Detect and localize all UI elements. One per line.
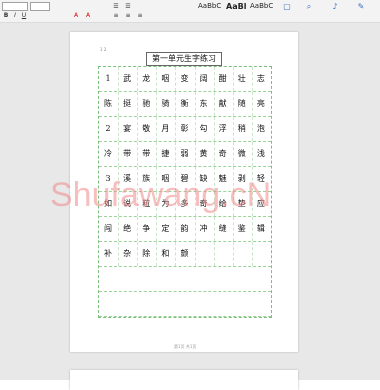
- dictate-icon[interactable]: ♪: [330, 2, 340, 11]
- grid-char[interactable]: 杂: [118, 246, 136, 262]
- grid-char[interactable]: 武: [118, 71, 136, 87]
- align-left-icon[interactable]: ≡: [112, 12, 120, 19]
- grid-char[interactable]: 缝: [214, 221, 232, 237]
- style-subtitle[interactable]: AaBbC: [250, 2, 273, 10]
- grid-char[interactable]: 冷: [99, 146, 117, 162]
- grid-char[interactable]: 衡: [175, 96, 193, 112]
- grid-char[interactable]: 敬: [137, 121, 155, 137]
- highlight-icon[interactable]: A: [84, 12, 92, 19]
- grid-char[interactable]: 勾: [195, 121, 213, 137]
- numbering-icon[interactable]: ☰: [124, 3, 132, 10]
- font-size-dropdown[interactable]: [30, 2, 50, 11]
- grid-char[interactable]: [252, 246, 270, 262]
- grid-char[interactable]: [233, 246, 251, 262]
- grid-char[interactable]: 随: [233, 96, 251, 112]
- grid-char[interactable]: 带: [118, 146, 136, 162]
- grid-row: 补杂除和颤: [99, 242, 271, 267]
- find-icon[interactable]: ⌕: [304, 2, 314, 11]
- grid-char[interactable]: 鉴: [233, 221, 251, 237]
- grid-char[interactable]: 定: [156, 221, 174, 237]
- align-right-icon[interactable]: ≡: [136, 12, 144, 19]
- grid-char[interactable]: 微: [233, 146, 251, 162]
- font-name-dropdown[interactable]: [2, 2, 28, 11]
- ribbon: B I U A A ☰ ☰ ≡ ≡ ≡ AaBbC AaBl AaBbC ▢ ⌕…: [0, 0, 380, 23]
- grid-char[interactable]: 变: [175, 71, 193, 87]
- grid-char[interactable]: 阔: [195, 71, 213, 87]
- document-title[interactable]: 第一单元生字练习: [146, 52, 222, 66]
- bullets-icon[interactable]: ☰: [112, 3, 120, 10]
- grid-char[interactable]: 泡: [252, 121, 270, 137]
- grid-char[interactable]: 除: [137, 246, 155, 262]
- style-heading[interactable]: AaBbC: [198, 2, 221, 10]
- grid-char[interactable]: 辑: [252, 221, 270, 237]
- grid-char[interactable]: 酣: [214, 71, 232, 87]
- grid-char[interactable]: 颤: [175, 246, 193, 262]
- bold-icon[interactable]: B: [2, 12, 10, 19]
- grid-row-empty: [99, 292, 271, 317]
- grid-char[interactable]: [214, 246, 232, 262]
- align-center-icon[interactable]: ≡: [124, 12, 132, 19]
- grid-char[interactable]: 1: [99, 71, 117, 87]
- grid-char[interactable]: 驰: [137, 96, 155, 112]
- header-small-text: 1 2: [100, 47, 107, 52]
- grid-char[interactable]: 捷: [156, 146, 174, 162]
- grid-char[interactable]: 志: [252, 71, 270, 87]
- grid-char[interactable]: 带: [137, 146, 155, 162]
- grid-char[interactable]: 咽: [156, 71, 174, 87]
- grid-char[interactable]: 补: [99, 246, 117, 262]
- editor-icon[interactable]: ✎: [356, 2, 366, 11]
- grid-row: 冷带带捷弱黄奇微浅: [99, 142, 271, 167]
- page-footer: 第1页 共1页: [174, 344, 197, 349]
- grid-char[interactable]: [195, 246, 213, 262]
- grid-char[interactable]: 挺: [118, 96, 136, 112]
- italic-icon[interactable]: I: [11, 12, 19, 19]
- grid-char[interactable]: 奇: [214, 146, 232, 162]
- grid-char[interactable]: 2: [99, 121, 117, 137]
- grid-char[interactable]: 稍: [233, 121, 251, 137]
- grid-char[interactable]: 争: [137, 221, 155, 237]
- document-page-2: [70, 370, 298, 390]
- styles-pane-icon[interactable]: ▢: [282, 2, 292, 11]
- grid-row: 2宴敬月彰勾浮稍泡: [99, 117, 271, 142]
- grid-char[interactable]: 东: [195, 96, 213, 112]
- grid-char[interactable]: 黄: [195, 146, 213, 162]
- grid-char[interactable]: 陈: [99, 96, 117, 112]
- grid-row-empty: [99, 267, 271, 292]
- grid-row: 陈挺驰骑衡东献随亮: [99, 92, 271, 117]
- watermark: Shufawang.cN: [50, 176, 272, 214]
- grid-char[interactable]: 浅: [252, 146, 270, 162]
- grid-row: 闯绝争定韵冲缝鉴辑: [99, 217, 271, 242]
- grid-row: 1武龙咽变阔酣壮志: [99, 67, 271, 92]
- grid-char[interactable]: 宴: [118, 121, 136, 137]
- grid-char[interactable]: 韵: [175, 221, 193, 237]
- grid-char[interactable]: 浮: [214, 121, 232, 137]
- font-color-icon[interactable]: A: [72, 12, 80, 19]
- grid-char[interactable]: 骑: [156, 96, 174, 112]
- grid-char[interactable]: 闯: [99, 221, 117, 237]
- grid-char[interactable]: 龙: [137, 71, 155, 87]
- grid-char[interactable]: 献: [214, 96, 232, 112]
- style-title[interactable]: AaBl: [226, 2, 246, 11]
- grid-char[interactable]: 绝: [118, 221, 136, 237]
- underline-icon[interactable]: U: [20, 12, 28, 19]
- grid-char[interactable]: 亮: [252, 96, 270, 112]
- grid-char[interactable]: 冲: [195, 221, 213, 237]
- grid-char[interactable]: 和: [156, 246, 174, 262]
- grid-char[interactable]: 月: [156, 121, 174, 137]
- grid-char[interactable]: 彰: [175, 121, 193, 137]
- grid-char[interactable]: 弱: [175, 146, 193, 162]
- grid-char[interactable]: 壮: [233, 71, 251, 87]
